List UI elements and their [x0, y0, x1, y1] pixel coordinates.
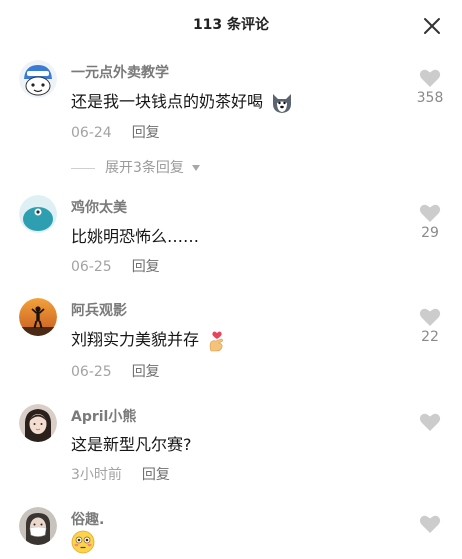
comments-sheet: 113 条评论 一元点外卖教学 还是我一块钱点的奶茶好喝 06-24 回复 35…: [0, 0, 462, 559]
comments-count-title: 113 条评论: [192, 17, 270, 33]
reply-button[interactable]: 回复: [132, 259, 160, 275]
like-control: [410, 412, 450, 432]
comment-username[interactable]: 俗趣.: [71, 509, 104, 529]
comment-meta: 06-24 回复: [71, 122, 160, 142]
comment-username[interactable]: April小熊: [71, 406, 136, 426]
girl-photo-avatar[interactable]: [19, 404, 57, 442]
comment-username[interactable]: 鸡你太美: [71, 197, 127, 217]
reply-button[interactable]: 回复: [132, 125, 160, 141]
expand-replies-label: 展开3条回复: [105, 160, 184, 176]
heart-icon[interactable]: [419, 203, 441, 223]
helmet-cartoon-avatar[interactable]: [19, 60, 57, 98]
heart-icon[interactable]: [419, 412, 441, 432]
chevron-down-icon: [192, 165, 201, 171]
close-icon[interactable]: [422, 16, 442, 36]
comment-username[interactable]: 一元点外卖教学: [71, 62, 169, 82]
like-control: 22: [410, 307, 450, 345]
teal-cartoon-avatar[interactable]: [19, 195, 57, 233]
comment-username[interactable]: 阿兵观影: [71, 300, 127, 320]
comment-meta: 06-25 回复: [71, 361, 160, 381]
comment-text: 还是我一块钱点的奶茶好喝: [71, 88, 294, 114]
comment-text: 这是新型凡尔赛?: [71, 435, 192, 454]
sunset-silhouette-avatar[interactable]: [19, 298, 57, 336]
comment-date: 06-25: [71, 259, 112, 275]
husky-dog-emoji: [273, 93, 292, 113]
reply-button[interactable]: 回复: [142, 467, 170, 483]
comment-text: [71, 530, 95, 554]
comment-text-content: 刘翔实力美貌并存: [71, 330, 200, 349]
reply-button[interactable]: 回复: [132, 364, 160, 380]
heart-icon[interactable]: [419, 68, 441, 88]
like-count: 29: [421, 225, 439, 241]
like-count: 22: [421, 329, 439, 345]
comment-date: 3小时前: [71, 467, 122, 483]
like-count: 358: [416, 90, 444, 106]
finger-heart-emoji: [209, 331, 224, 351]
divider-line: [71, 167, 95, 169]
like-control: 358: [410, 68, 450, 106]
like-control: 29: [410, 203, 450, 241]
comments-header: 113 条评论: [0, 0, 462, 52]
comment-text: 刘翔实力美貌并存: [71, 326, 228, 352]
comment-date: 06-25: [71, 364, 112, 380]
heart-icon[interactable]: [419, 307, 441, 327]
heart-icon[interactable]: [419, 514, 441, 534]
like-control: [410, 514, 450, 534]
comment-meta: 3小时前 回复: [71, 464, 170, 484]
comment-text: 比姚明恐怖么……: [71, 227, 200, 246]
comment-meta: 06-25 回复: [71, 256, 160, 276]
flushed-face-emoji: [71, 530, 95, 554]
expand-replies-button[interactable]: 展开3条回复: [71, 157, 201, 177]
comment-date: 06-24: [71, 125, 112, 141]
comment-text-content: 还是我一块钱点的奶茶好喝: [71, 92, 264, 111]
masked-person-avatar[interactable]: [19, 507, 57, 545]
